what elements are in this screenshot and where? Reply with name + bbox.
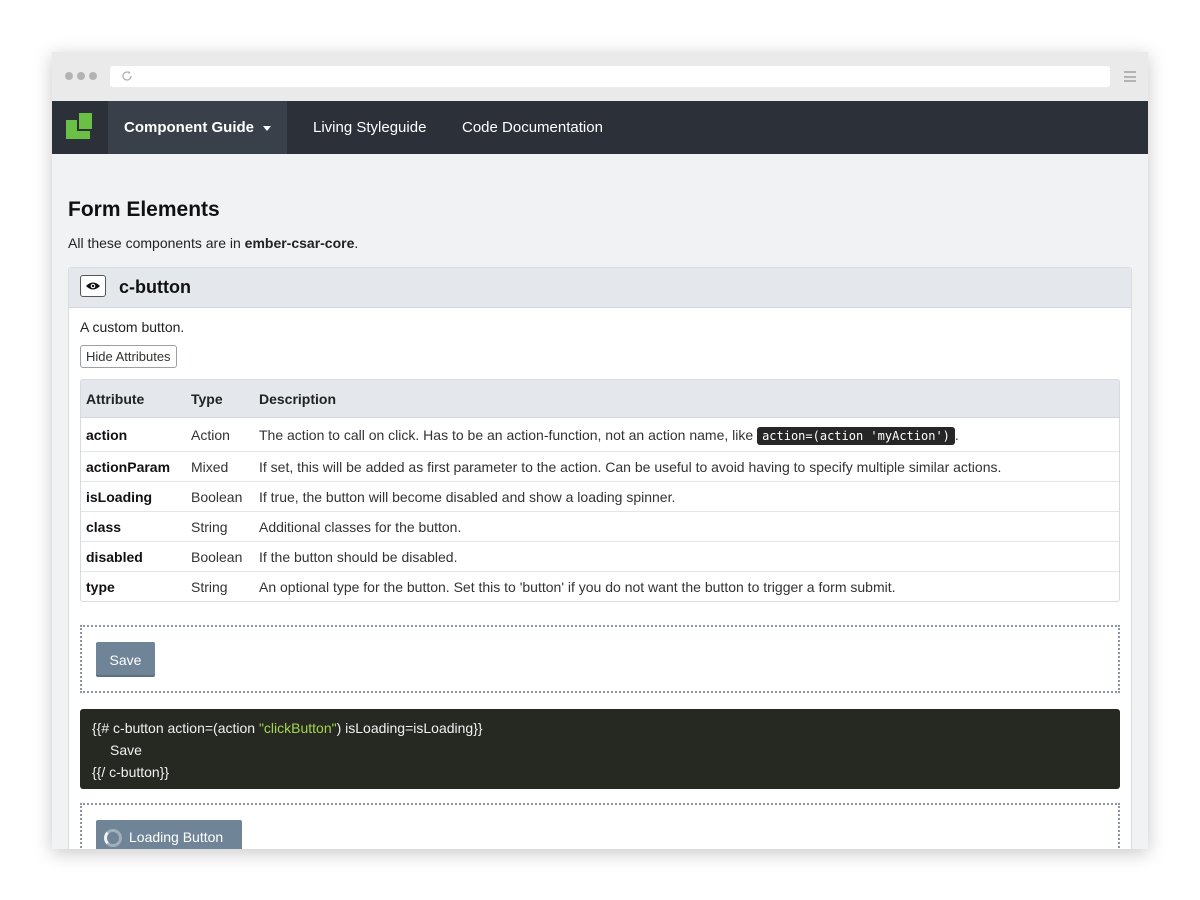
attribute-name: isLoading — [81, 481, 186, 511]
column-header-attribute: Attribute — [81, 380, 186, 418]
code-line: Save — [110, 742, 142, 758]
attribute-description: If set, this will be added as first para… — [254, 451, 1119, 481]
nav-component-guide[interactable]: Component Guide — [108, 101, 287, 154]
code-example: {{# c-button action=(action "clickButton… — [80, 709, 1120, 789]
attribute-type: String — [186, 511, 254, 541]
code-string: "clickButton" — [258, 720, 337, 736]
attribute-name: type — [81, 571, 186, 601]
attribute-type: Mixed — [186, 451, 254, 481]
table-row: isLoading Boolean If true, the button wi… — [81, 481, 1119, 511]
panel-header: c-button — [69, 268, 1131, 308]
attribute-description: The action to call on click. Has to be a… — [254, 418, 1119, 451]
attribute-name: class — [81, 511, 186, 541]
column-header-description: Description — [254, 380, 1119, 418]
attribute-type: Action — [191, 426, 230, 443]
attributes-table: Attribute Type Description action Action… — [80, 379, 1120, 602]
attribute-name: action — [86, 426, 128, 443]
code-text: ) isLoading=isLoading}} — [336, 720, 483, 736]
table-row: type String An optional type for the but… — [81, 571, 1119, 601]
browser-window: Component Guide Living Styleguide Code D… — [52, 52, 1148, 849]
hamburger-menu-icon[interactable] — [1124, 71, 1136, 82]
attribute-description: Additional classes for the button. — [254, 511, 1119, 541]
window-dot[interactable] — [65, 72, 73, 80]
demo-preview-loading: Loading Button — [80, 803, 1120, 849]
table-row: action Action The action to call on clic… — [81, 418, 1119, 451]
reload-icon[interactable] — [121, 70, 133, 82]
spinner-icon — [104, 829, 122, 847]
attribute-type: Boolean — [186, 481, 254, 511]
save-button[interactable]: Save — [96, 642, 155, 677]
table-row: disabled Boolean If the button should be… — [81, 541, 1119, 571]
demo-preview-save: Save — [80, 625, 1120, 693]
code-text: {{# c-button action=(action — [92, 720, 259, 736]
window-dot[interactable] — [89, 72, 97, 80]
intro-suffix: . — [354, 235, 359, 251]
browser-chrome — [52, 52, 1148, 101]
page-intro: All these components are in ember-csar-c… — [68, 235, 358, 251]
code-line: {{/ c-button}} — [92, 764, 170, 780]
loading-button[interactable]: Loading Button — [96, 820, 242, 849]
window-controls[interactable] — [65, 72, 97, 80]
toggle-preview-button[interactable] — [80, 275, 106, 297]
table-header-row: Attribute Type Description — [81, 380, 1119, 418]
eye-icon — [86, 282, 100, 290]
component-panel: c-button A custom button. Hide Attribute… — [68, 267, 1132, 849]
app-logo[interactable] — [64, 111, 94, 141]
inline-code: action=(action 'myAction') — [757, 426, 955, 445]
package-name: ember-csar-core — [244, 235, 355, 251]
component-name: c-button — [119, 277, 191, 297]
nav-code-documentation[interactable]: Code Documentation — [462, 101, 603, 154]
attribute-description: If the button should be disabled. — [254, 541, 1119, 571]
page-title: Form Elements — [68, 198, 220, 221]
description-text: The action to call on click. Has to be a… — [259, 426, 758, 443]
loading-button-label: Loading Button — [129, 829, 224, 845]
intro-text: All these components are in — [68, 235, 245, 251]
attribute-name: disabled — [81, 541, 186, 571]
caret-down-icon — [263, 125, 271, 131]
description-suffix: . — [954, 426, 959, 443]
component-description: A custom button. — [80, 319, 185, 335]
hide-attributes-button[interactable]: Hide Attributes — [80, 345, 177, 368]
table-row: actionParam Mixed If set, this will be a… — [81, 451, 1119, 481]
nav-label: Component Guide — [124, 119, 254, 136]
address-bar[interactable] — [110, 66, 1110, 87]
code-line: {{# c-button action=(action "clickButton… — [92, 717, 1108, 739]
attribute-type: String — [186, 571, 254, 601]
column-header-type: Type — [186, 380, 254, 418]
attribute-description: If true, the button will become disabled… — [254, 481, 1119, 511]
table-row: class String Additional classes for the … — [81, 511, 1119, 541]
nav-living-styleguide[interactable]: Living Styleguide — [313, 101, 426, 154]
attribute-name: actionParam — [81, 451, 186, 481]
top-navbar: Component Guide Living Styleguide Code D… — [52, 101, 1148, 154]
attribute-type: Boolean — [186, 541, 254, 571]
attribute-description: An optional type for the button. Set thi… — [254, 571, 1119, 601]
window-dot[interactable] — [77, 72, 85, 80]
